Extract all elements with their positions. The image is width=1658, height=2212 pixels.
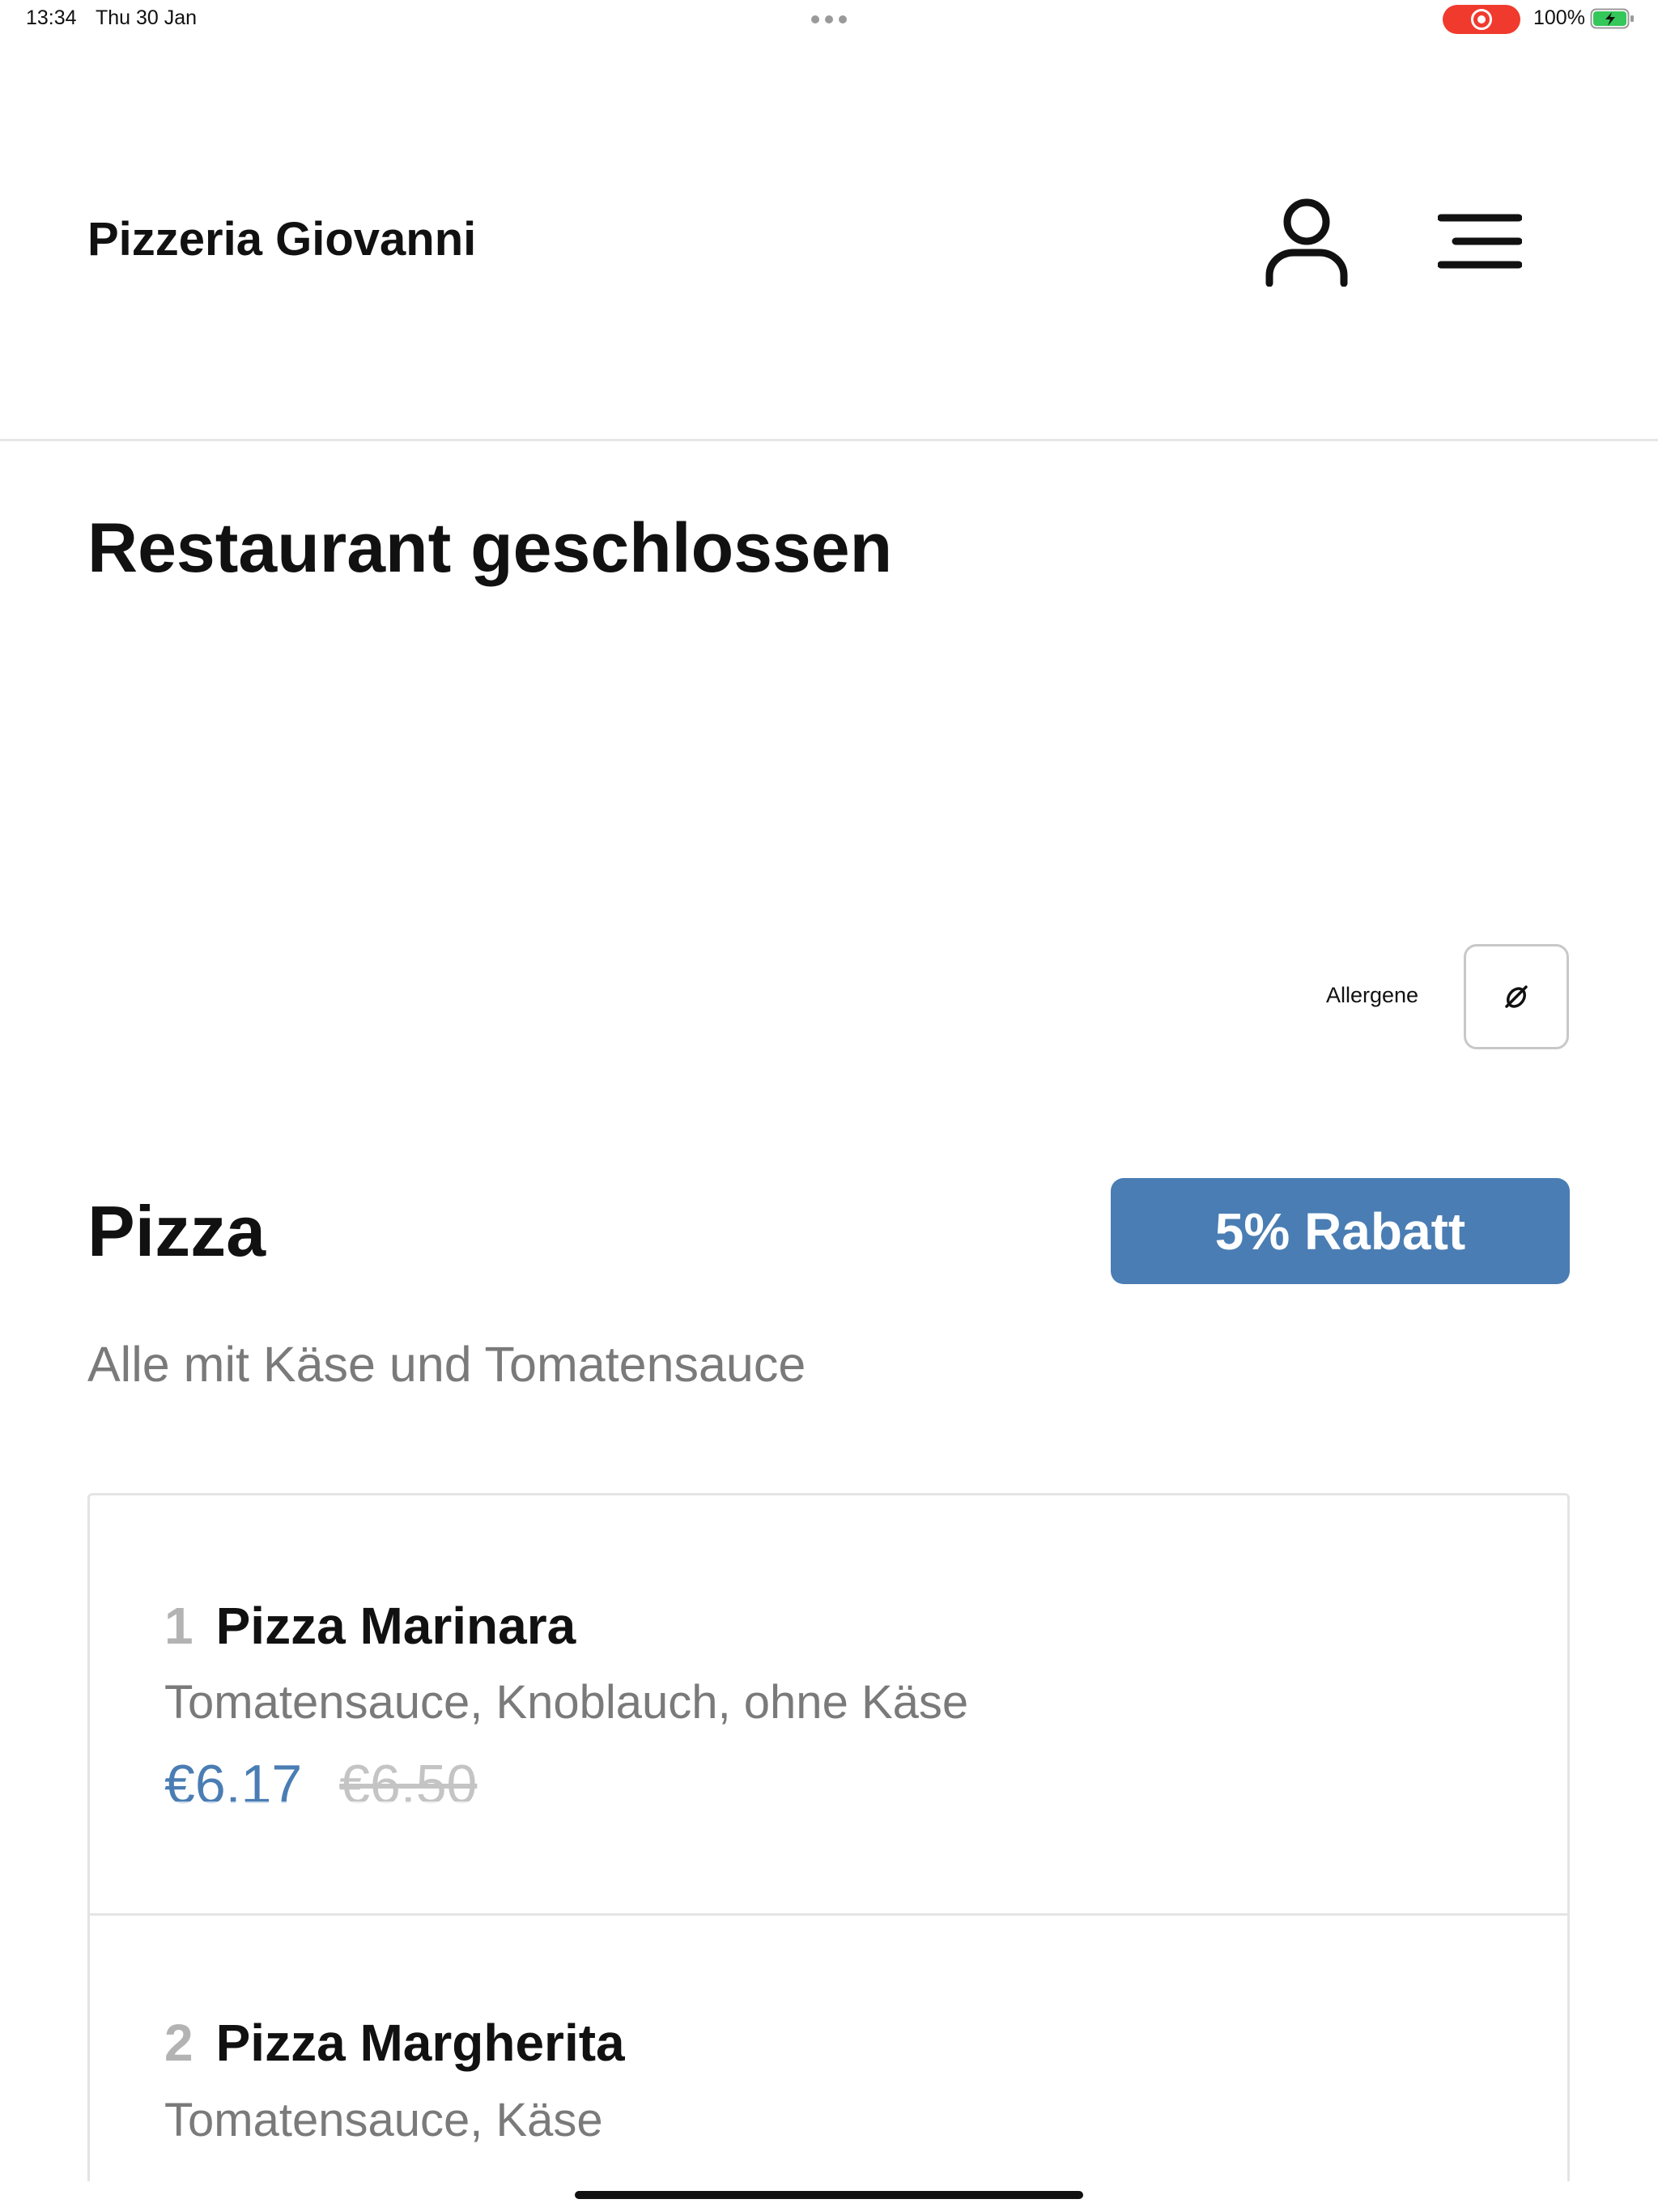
restaurant-closed-title: Restaurant geschlossen (87, 509, 893, 587)
item-header: 1 Pizza Marinara (164, 1596, 576, 1656)
brand-name[interactable]: Pizzeria Giovanni (87, 212, 476, 266)
status-bar: 13:34 Thu 30 Jan 100% (0, 0, 1658, 39)
item-name: Pizza Margherita (215, 2014, 625, 2072)
multitasking-dots-icon[interactable] (811, 15, 847, 23)
card-fade-overlay (90, 1802, 1567, 1916)
allergens-label: Allergene (1326, 983, 1419, 1007)
allergen-filter-icon (1505, 985, 1528, 1008)
status-date: Thu 30 Jan (96, 6, 198, 29)
allergens-filter-button[interactable] (1464, 944, 1569, 1049)
item-number: 2 (164, 2014, 193, 2072)
category-title: Pizza (87, 1191, 266, 1271)
hamburger-menu-icon (1438, 214, 1522, 269)
menu-item[interactable]: 2 Pizza Margherita Tomatensauce, Käse (87, 1913, 1570, 2181)
home-indicator[interactable] (575, 2191, 1083, 2199)
item-number: 1 (164, 1597, 193, 1655)
menu-button[interactable] (1431, 201, 1528, 282)
item-description: Tomatensauce, Knoblauch, ohne Käse (164, 1676, 969, 1729)
item-name: Pizza Marinara (215, 1597, 576, 1655)
battery-percentage: 100% (1533, 6, 1585, 29)
site-header: Pizzeria Giovanni (0, 39, 1658, 441)
category-description: Alle mit Käse und Tomatensauce (87, 1337, 806, 1392)
menu-item[interactable]: 1 Pizza Marinara Tomatensauce, Knoblauch… (87, 1493, 1570, 1916)
discount-badge: 5% Rabatt (1111, 1178, 1570, 1284)
user-icon (1265, 198, 1348, 287)
item-header: 2 Pizza Margherita (164, 2013, 625, 2073)
battery-charging-icon (1590, 8, 1634, 29)
item-description: Tomatensauce, Käse (164, 2094, 603, 2146)
status-time: 13:34 (26, 6, 77, 29)
account-button[interactable] (1260, 191, 1354, 291)
menu-item-list: 1 Pizza Marinara Tomatensauce, Knoblauch… (87, 1493, 1570, 2181)
screen-recording-indicator[interactable] (1443, 5, 1520, 34)
